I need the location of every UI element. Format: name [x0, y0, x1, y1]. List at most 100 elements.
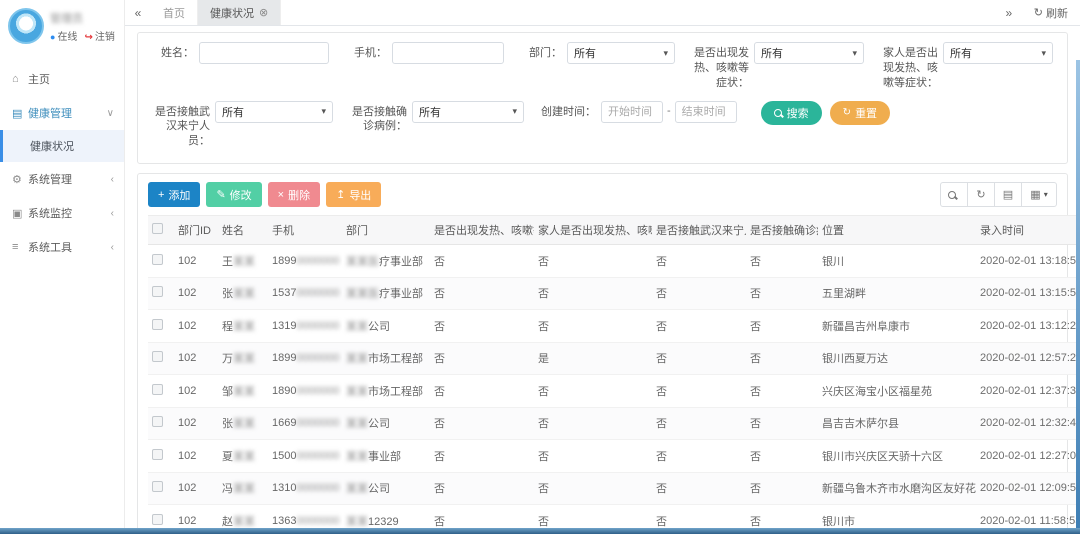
plus-icon: +: [158, 189, 164, 201]
online-dot-icon: ●: [50, 32, 55, 42]
tabs-back-icon[interactable]: «: [125, 0, 151, 25]
cell-symptom: 否: [430, 342, 534, 375]
sidebar-item-sys-monitor[interactable]: ▣ 系统监控 ‹: [0, 196, 124, 230]
columns-icon: ▦: [1030, 188, 1040, 201]
search-icon: [774, 109, 782, 117]
table-refresh-tool[interactable]: ↻: [967, 182, 995, 207]
created-time-label: 创建时间：: [540, 101, 596, 120]
tabs-forward-icon[interactable]: »: [996, 0, 1022, 25]
cell-dept: 某某公司: [342, 310, 430, 343]
cell-entry-time: 2020-02-01 12:27:07: [976, 440, 1078, 473]
cell-dept-id: 102: [174, 310, 218, 343]
name-input[interactable]: [199, 42, 329, 64]
wuhan-contact-select[interactable]: 所有 ▾: [215, 101, 333, 123]
end-time-input[interactable]: [675, 101, 737, 123]
row-checkbox[interactable]: [152, 286, 163, 297]
table-search-tool[interactable]: [940, 182, 968, 207]
name-label: 姓名：: [152, 42, 194, 61]
cell-symptom: 否: [430, 505, 534, 528]
table-toggle-tool[interactable]: ▤: [994, 182, 1022, 207]
home-icon: ⌂: [12, 73, 28, 85]
cell-phone: 15370000000: [268, 277, 342, 310]
cell-name: 冯某某: [218, 472, 268, 505]
row-checkbox[interactable]: [152, 319, 163, 330]
table-columns-tool[interactable]: ▦▾: [1021, 182, 1057, 207]
cell-dept: 某某公司: [342, 407, 430, 440]
cell-phone: 13100000000: [268, 472, 342, 505]
row-checkbox[interactable]: [152, 449, 163, 460]
sidebar-item-health-mgmt[interactable]: ▤ 健康管理 ∨: [0, 96, 124, 130]
phone-input[interactable]: [392, 42, 504, 64]
search-button[interactable]: 搜索: [761, 101, 822, 125]
col-dept-id: 部门ID: [174, 216, 218, 245]
cell-confirmed-contact: 否: [746, 472, 818, 505]
gear-icon: ⚙: [12, 173, 28, 186]
cell-phone: 18990000000: [268, 342, 342, 375]
sidebar-item-sys-tools[interactable]: ≡ 系统工具 ‹: [0, 230, 124, 264]
caret-down-icon: ▾: [852, 48, 857, 59]
username: 管理员: [50, 10, 115, 23]
sidebar: 管理员 ●在线↪注销 ⌂ 主页 ▤ 健康管理 ∨ 健康状况 ⚙ 系统管理 ‹: [0, 0, 125, 528]
cell-dept-id: 102: [174, 472, 218, 505]
select-all-checkbox[interactable]: [152, 223, 163, 234]
cell-wuhan-contact: 否: [652, 375, 746, 408]
export-icon: ↥: [336, 188, 345, 201]
cell-symptom: 否: [430, 407, 534, 440]
table-row: 102 邹某某 18900000000 某某市场工程部 否 否 否 否 兴庆区海…: [148, 375, 1080, 408]
chevron-left-icon: ‹: [111, 174, 114, 185]
close-tab-icon[interactable]: ⊗: [259, 6, 268, 19]
cell-name: 张某某: [218, 277, 268, 310]
add-button[interactable]: + 添加: [148, 182, 200, 207]
sidebar-item-sys-mgmt[interactable]: ⚙ 系统管理 ‹: [0, 162, 124, 196]
table-card: + 添加 ✎ 修改 × 删除 ↥ 导出: [137, 173, 1068, 528]
dept-label: 部门：: [520, 42, 562, 61]
sidebar-item-home[interactable]: ⌂ 主页: [0, 62, 124, 96]
cell-wuhan-contact: 否: [652, 407, 746, 440]
row-checkbox[interactable]: [152, 254, 163, 265]
right-scrollbar[interactable]: [1076, 60, 1080, 528]
table-row: 102 张某某 15370000000 某某医疗事业部 否 否 否 否 五里湖畔…: [148, 277, 1080, 310]
family-symptom-select[interactable]: 所有 ▾: [943, 42, 1053, 64]
tab-home[interactable]: 首页: [151, 0, 198, 25]
cell-location: 银川西夏万达: [818, 342, 976, 375]
row-checkbox[interactable]: [152, 514, 163, 525]
export-button[interactable]: ↥ 导出: [326, 182, 381, 207]
modify-button[interactable]: ✎ 修改: [206, 182, 261, 207]
row-checkbox[interactable]: [152, 351, 163, 362]
cell-name: 夏某某: [218, 440, 268, 473]
col-dept: 部门: [342, 216, 430, 245]
wuhan-contact-label: 是否接触武汉来宁人员：: [152, 101, 210, 150]
confirmed-contact-select[interactable]: 所有 ▾: [412, 101, 524, 123]
symptom-select[interactable]: 所有 ▾: [754, 42, 864, 64]
cell-family-symptom: 是: [534, 342, 652, 375]
search-icon: [948, 191, 956, 199]
caret-down-icon: ▾: [1044, 190, 1048, 199]
cell-dept: 某某医疗事业部: [342, 277, 430, 310]
cell-name: 万某某: [218, 342, 268, 375]
phone-label: 手机：: [345, 42, 387, 61]
cell-entry-time: 2020-02-01 12:32:49: [976, 407, 1078, 440]
cell-symptom: 否: [430, 245, 534, 278]
logout-link[interactable]: 注销: [95, 32, 115, 43]
row-checkbox[interactable]: [152, 481, 163, 492]
sidebar-nav: ⌂ 主页 ▤ 健康管理 ∨ 健康状况 ⚙ 系统管理 ‹ ▣ 系统监控 ‹ ≡ 系…: [0, 62, 124, 264]
sidebar-item-health-status[interactable]: 健康状况: [0, 130, 124, 162]
cell-dept: 某某市场工程部: [342, 375, 430, 408]
reset-button[interactable]: ↻ 重置: [830, 101, 890, 125]
cell-phone: 18900000000: [268, 375, 342, 408]
cell-symptom: 否: [430, 472, 534, 505]
delete-button[interactable]: × 删除: [268, 182, 320, 207]
start-time-input[interactable]: [601, 101, 663, 123]
caret-down-icon: ▾: [1041, 48, 1046, 59]
dept-select[interactable]: 所有 ▾: [567, 42, 675, 64]
content-pane: 姓名： 手机： 部门： 所有 ▾ 是: [125, 26, 1080, 528]
row-checkbox[interactable]: [152, 384, 163, 395]
refresh-page-button[interactable]: ↻ 刷新: [1022, 0, 1080, 25]
table-row: 102 赵某某 13630000000 某某12329 否 否 否 否 银川市 …: [148, 505, 1080, 528]
tab-health-status[interactable]: 健康状况 ⊗: [198, 0, 281, 25]
refresh-icon: ↻: [976, 188, 985, 201]
table-row: 102 万某某 18990000000 某某市场工程部 否 是 否 否 银川西夏…: [148, 342, 1080, 375]
tab-bar: « 首页 健康状况 ⊗ » ↻ 刷新: [125, 0, 1080, 26]
row-checkbox[interactable]: [152, 416, 163, 427]
cell-entry-time: 2020-02-01 12:09:55: [976, 472, 1078, 505]
